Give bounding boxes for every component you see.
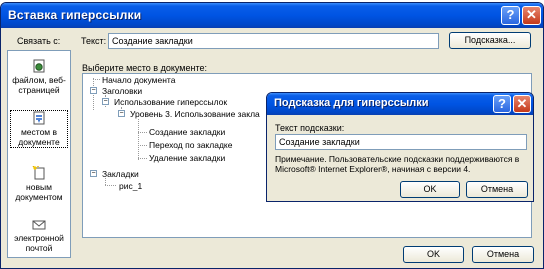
tree-item-level3[interactable]: Уровень 3. Использование закла <box>130 109 260 119</box>
text-label: Текст: <box>81 36 107 46</box>
globe-page-icon <box>33 59 45 73</box>
new-document-icon <box>32 166 45 180</box>
link-type-file-web[interactable]: файлом, веб-страницей <box>10 59 68 95</box>
link-type-place-in-document[interactable]: местом в документе <box>10 110 68 148</box>
link-type-label: новым документом <box>15 182 63 202</box>
tree-item-headings[interactable]: Заголовки <box>102 86 142 96</box>
ok-button[interactable]: OK <box>403 246 464 263</box>
link-with-label: Связать с: <box>17 36 61 46</box>
hyperlink-screentip-dialog: Подсказка для гиперссылки ? ✕ Текст подс… <box>266 92 534 202</box>
screentip-ok-button[interactable]: OK <box>400 181 460 198</box>
screentip-text-label: Текст подсказки: <box>275 123 345 133</box>
tree-item-use-hyperlinks[interactable]: Использование гиперссылок <box>114 97 227 107</box>
title-bar: Вставка гиперссылки ? ✕ <box>1 3 543 28</box>
screentip-help-button[interactable]: ? <box>493 95 511 113</box>
tree-item-fig1[interactable]: рис_1 <box>119 181 142 191</box>
tree-item-bookmarks[interactable]: Закладки <box>102 169 139 179</box>
link-type-panel: файлом, веб-страницей местом в документе… <box>7 50 71 258</box>
screentip-note: Примечание. Пользовательские подсказки п… <box>275 154 520 174</box>
link-type-label: местом в документе <box>18 127 60 147</box>
link-type-label: файлом, веб-страницей <box>12 75 66 95</box>
tree-item-go-to-bookmark[interactable]: Переход по закладке <box>149 140 232 150</box>
close-button[interactable]: ✕ <box>522 6 541 25</box>
screen-tip-button[interactable]: Подсказка... <box>449 32 531 49</box>
expand-toggle-icon[interactable]: − <box>102 98 109 105</box>
document-place-icon <box>33 111 45 125</box>
screentip-cancel-button[interactable]: Отмена <box>466 181 528 198</box>
display-text-input[interactable]: Создание закладки <box>108 33 439 49</box>
tree-item-create-bookmark[interactable]: Создание закладки <box>149 127 225 137</box>
email-icon <box>32 220 46 230</box>
screentip-close-button[interactable]: ✕ <box>513 95 531 113</box>
tree-item-top[interactable]: Начало документа <box>102 75 175 85</box>
link-type-new-document[interactable]: новым документом <box>10 166 68 202</box>
expand-toggle-icon[interactable]: − <box>90 87 97 94</box>
link-type-label: электронной почтой <box>14 233 64 253</box>
dialog-title: Вставка гиперссылки <box>8 8 142 22</box>
screentip-text-input[interactable]: Создание закладки <box>275 134 527 150</box>
help-button[interactable]: ? <box>501 6 520 25</box>
tree-item-delete-bookmarks[interactable]: Удаление закладки <box>149 153 225 163</box>
choose-place-label: Выберите место в документе: <box>82 63 207 73</box>
screentip-title-bar: Подсказка для гиперссылки ? ✕ <box>267 93 533 115</box>
link-type-email[interactable]: электронной почтой <box>10 217 68 253</box>
cancel-button[interactable]: Отмена <box>472 246 534 263</box>
screentip-dialog-title: Подсказка для гиперссылки <box>274 97 429 109</box>
expand-toggle-icon[interactable]: − <box>118 110 125 117</box>
expand-toggle-icon[interactable]: − <box>90 170 97 177</box>
